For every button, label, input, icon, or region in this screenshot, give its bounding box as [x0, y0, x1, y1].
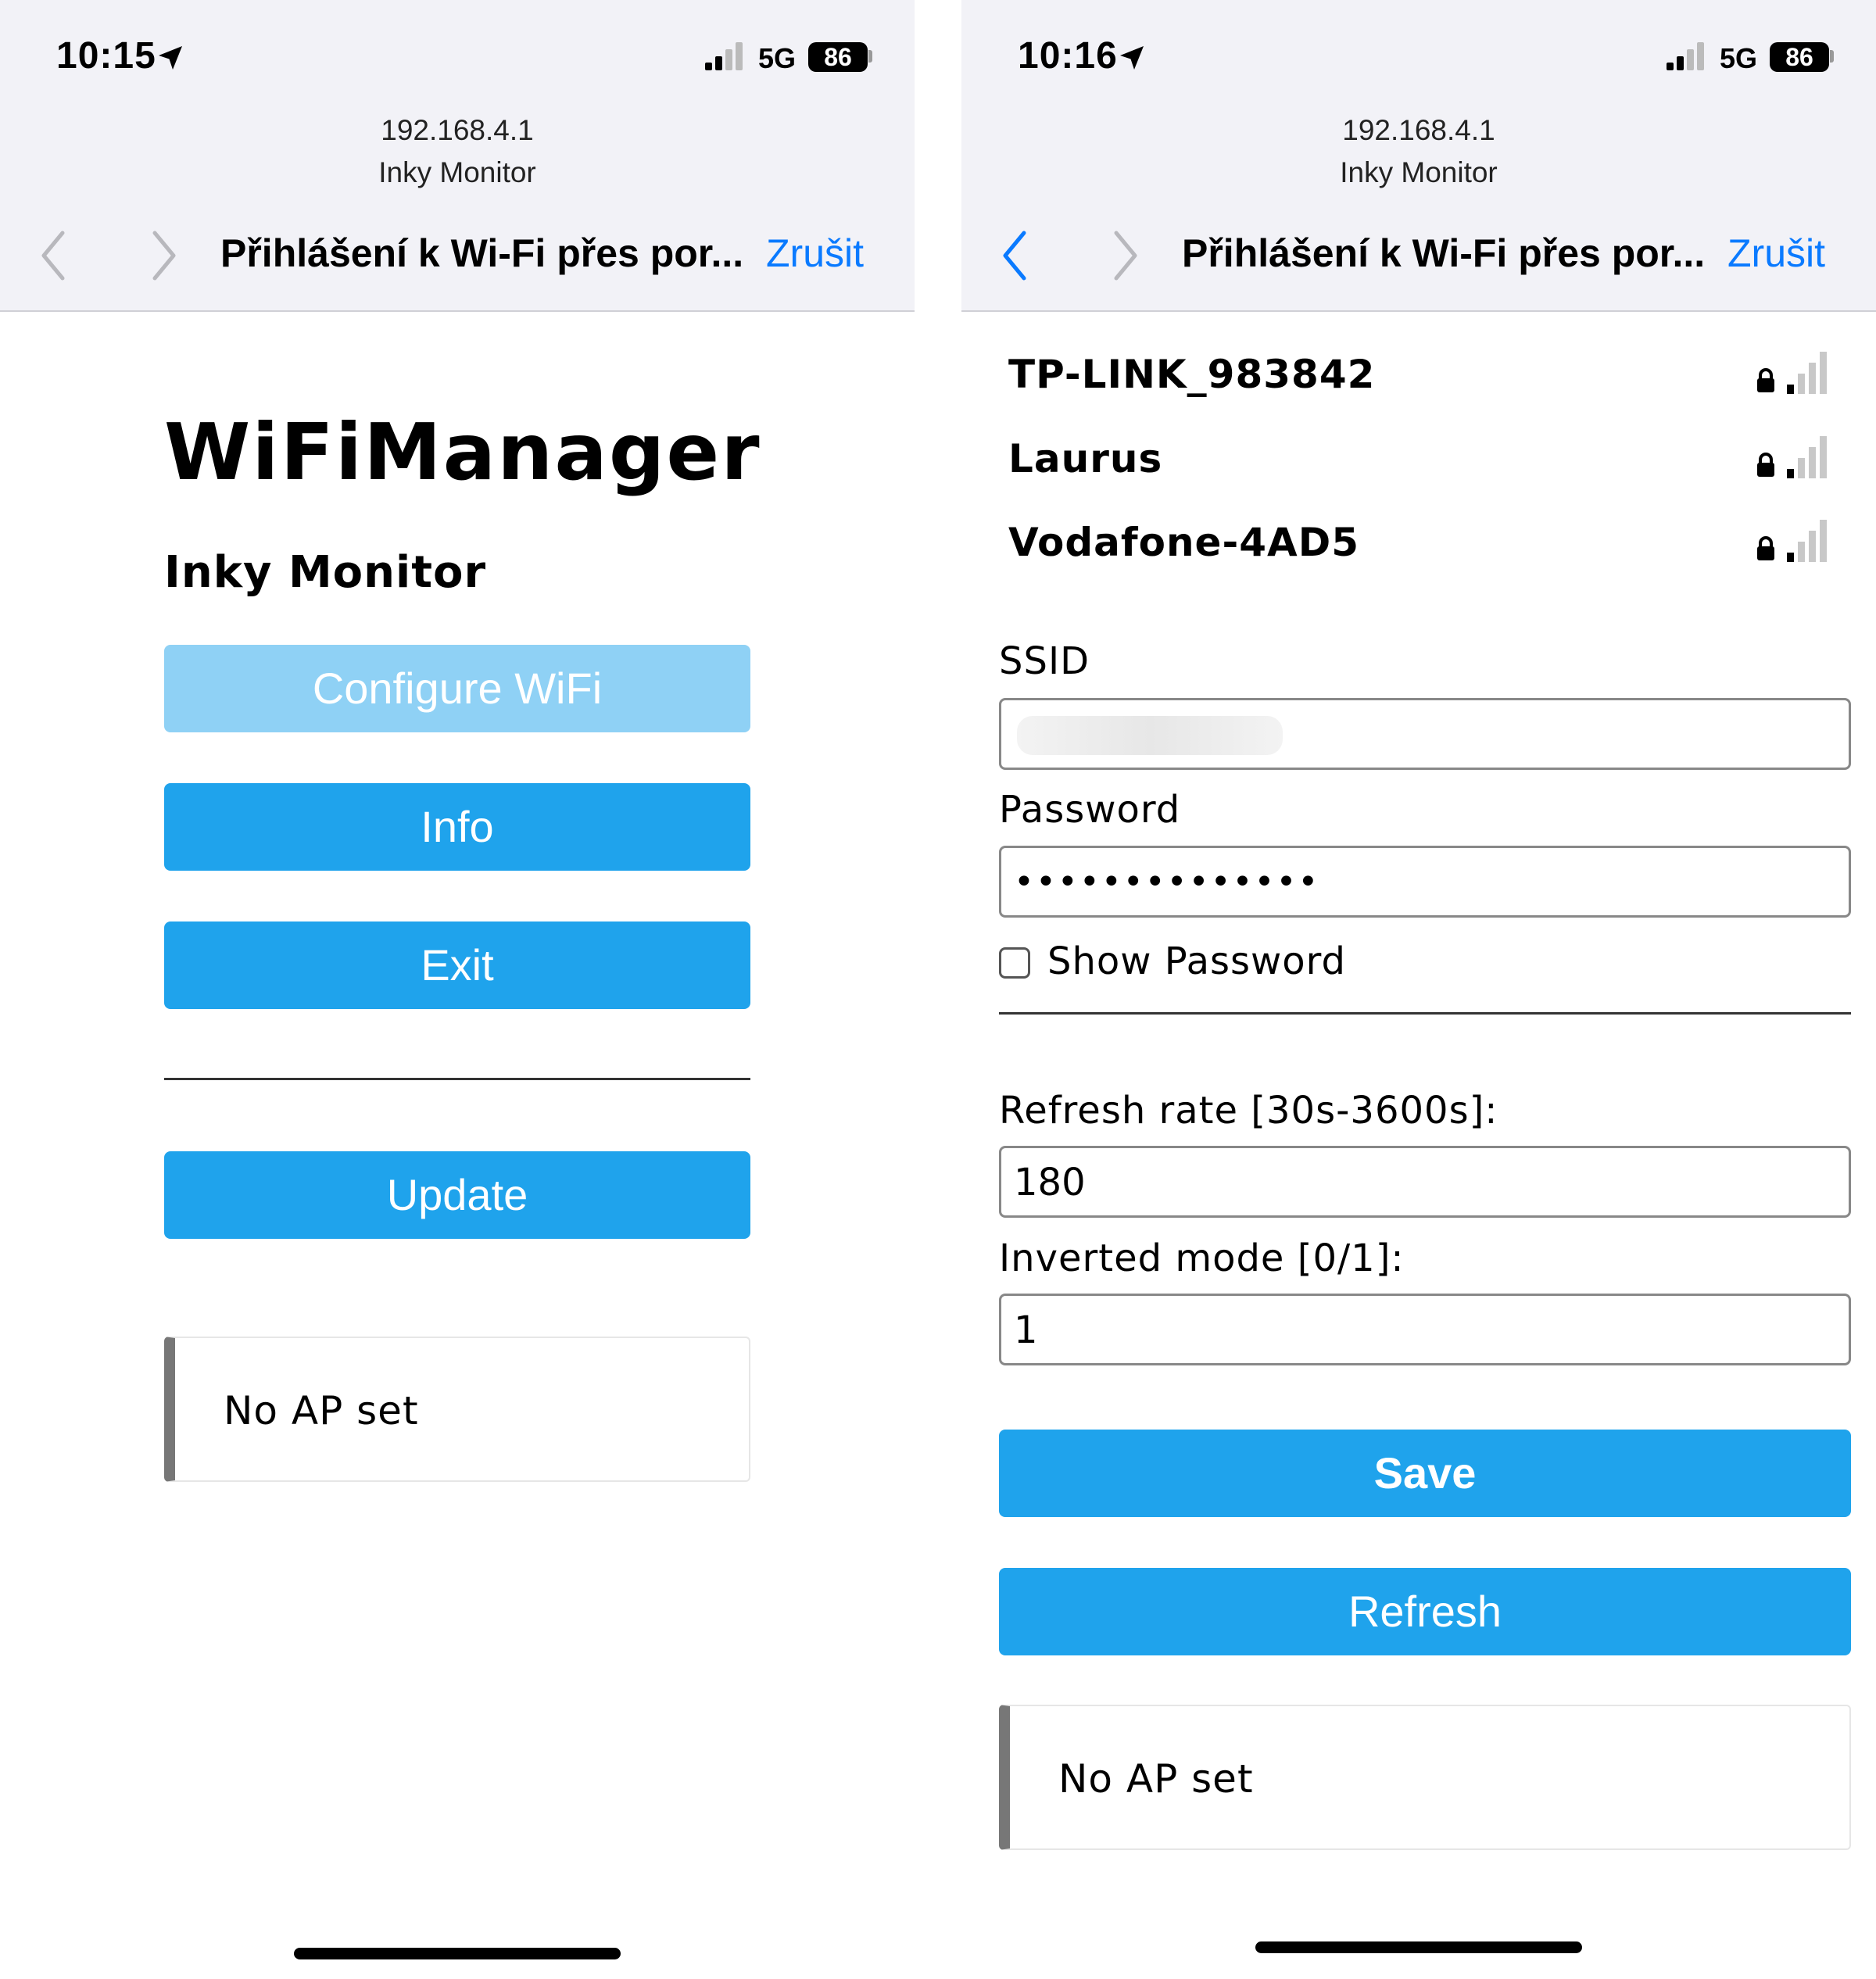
forward-chevron-icon[interactable] [1110, 228, 1141, 283]
info-button[interactable]: Info [164, 783, 750, 871]
refresh-rate-value: 180 [1014, 1161, 1086, 1204]
configure-wifi-button[interactable]: Configure WiFi [164, 645, 750, 732]
ssid-label: SSID [999, 639, 1090, 683]
cellular-signal-icon [705, 42, 743, 70]
location-arrow-icon [159, 46, 182, 70]
address-site: Inky Monitor [1340, 156, 1498, 188]
lock-icon [1757, 368, 1774, 392]
location-arrow-icon [1120, 46, 1144, 70]
back-chevron-icon[interactable] [999, 228, 1030, 283]
address-site: Inky Monitor [378, 156, 536, 188]
address-url: 192.168.4.1 [1342, 114, 1495, 146]
password-input[interactable]: •••••••••••••• [999, 846, 1851, 918]
network-item[interactable]: TP-LINK_983842 [1008, 344, 1837, 414]
ssid-input[interactable] [999, 698, 1851, 770]
lock-icon [1757, 536, 1774, 560]
status-message-text: No AP set [1058, 1756, 1254, 1802]
page-title: Přihlášení k Wi-Fi přes por... [1182, 231, 1706, 275]
divider [164, 1078, 750, 1080]
battery-tip [1830, 50, 1834, 63]
page-title: Přihlášení k Wi-Fi přes por... [220, 231, 744, 275]
update-button[interactable]: Update [164, 1151, 750, 1239]
show-password-checkbox[interactable] [999, 947, 1030, 979]
save-button[interactable]: Save [999, 1430, 1851, 1517]
refresh-rate-input[interactable]: 180 [999, 1146, 1851, 1218]
wifi-signal-icon [1787, 520, 1827, 562]
network-type: 5G [1720, 42, 1758, 74]
device-name: Inky Monitor [164, 547, 487, 598]
cancel-button[interactable]: Zrušit [766, 231, 864, 276]
network-item[interactable]: Laurus [1008, 428, 1837, 499]
status-message: No AP set [164, 1337, 750, 1482]
battery-icon: 86 [1770, 42, 1829, 72]
cancel-button[interactable]: Zrušit [1727, 231, 1825, 276]
home-indicator[interactable] [1255, 1941, 1582, 1953]
phone-screen-1: 10:15 5G 86 192.168.4.1 Inky Monitor Při… [0, 0, 915, 1979]
status-time: 10:16 [1018, 35, 1118, 77]
network-item[interactable]: Vodafone-4AD5 [1008, 512, 1837, 582]
status-time: 10:15 [56, 35, 156, 77]
wifimanager-heading: WiFiManager [164, 406, 761, 498]
password-value: •••••••••••••• [1014, 862, 1320, 902]
wifi-signal-icon [1787, 352, 1827, 394]
wifi-signal-icon [1787, 436, 1827, 478]
refresh-button[interactable]: Refresh [999, 1568, 1851, 1655]
network-name: Vodafone-4AD5 [1008, 520, 1359, 565]
browser-chrome: 10:16 5G 86 192.168.4.1 Inky Monitor Při… [961, 0, 1876, 312]
status-message: No AP set [999, 1705, 1851, 1850]
battery-tip [868, 50, 872, 63]
refresh-rate-label: Refresh rate [30s-3600s]: [999, 1089, 1498, 1133]
cellular-signal-icon [1667, 42, 1704, 70]
ssid-redacted-blur [1017, 716, 1283, 755]
browser-chrome: 10:15 5G 86 192.168.4.1 Inky Monitor Při… [0, 0, 915, 312]
address-url: 192.168.4.1 [381, 114, 534, 146]
inverted-mode-label: Inverted mode [0/1]: [999, 1236, 1405, 1280]
show-password-label: Show Password [1047, 939, 1346, 983]
inverted-mode-value: 1 [1014, 1308, 1038, 1352]
forward-chevron-icon[interactable] [149, 228, 180, 283]
network-name: Laurus [1008, 436, 1163, 481]
inverted-mode-input[interactable]: 1 [999, 1294, 1851, 1365]
network-name: TP-LINK_983842 [1008, 352, 1376, 397]
home-indicator[interactable] [294, 1948, 621, 1959]
network-type: 5G [758, 42, 797, 74]
battery-icon: 86 [808, 42, 868, 72]
password-label: Password [999, 788, 1181, 832]
exit-button[interactable]: Exit [164, 922, 750, 1009]
divider [999, 1012, 1851, 1015]
phone-screen-2: 10:16 5G 86 192.168.4.1 Inky Monitor Při… [961, 0, 1876, 1979]
lock-icon [1757, 453, 1774, 477]
back-chevron-icon[interactable] [38, 228, 69, 283]
status-message-text: No AP set [224, 1388, 419, 1433]
